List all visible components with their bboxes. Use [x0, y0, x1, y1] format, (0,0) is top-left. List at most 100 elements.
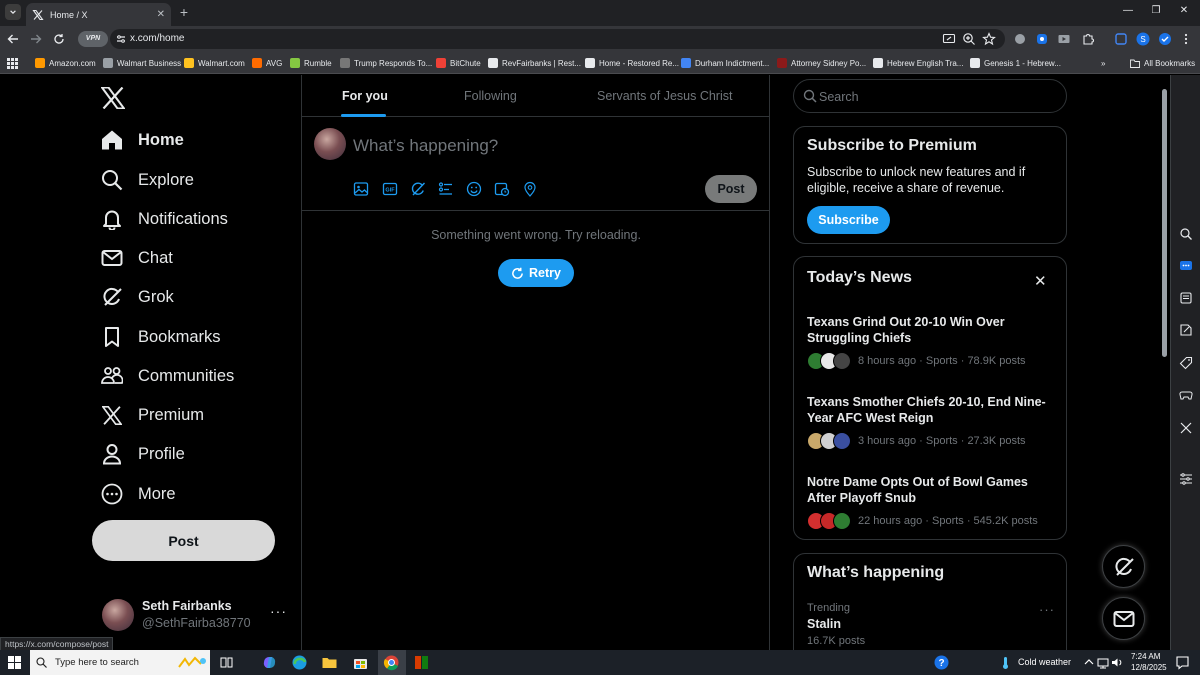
bookmark-item[interactable]: Trump Responds To...: [340, 56, 432, 70]
side-panel-icon[interactable]: [1114, 32, 1128, 46]
bookmark-item[interactable]: Hebrew English Tra...: [873, 56, 963, 70]
bookmark-item[interactable]: BitChute: [436, 56, 481, 70]
clock-date[interactable]: 12/8/2025: [1131, 663, 1167, 672]
tab-search-button[interactable]: [5, 4, 21, 20]
reload-button[interactable]: [51, 31, 67, 47]
composer-input[interactable]: What’s happening?: [353, 136, 498, 156]
bookmark-item[interactable]: Durham Indictment...: [681, 56, 769, 70]
nav-item-profile[interactable]: Profile: [100, 439, 185, 469]
bookmark-item[interactable]: Walmart Business: [103, 56, 181, 70]
news-item[interactable]: Texans Smother Chiefs 20-10, End Nine-Ye…: [807, 394, 1057, 451]
copilot-icon[interactable]: [261, 654, 278, 671]
bookmark-item[interactable]: Rumble: [290, 56, 332, 70]
chevron-up-icon[interactable]: [1083, 654, 1095, 671]
edge-icon[interactable]: [291, 654, 308, 671]
bookmark-star-icon[interactable]: [982, 32, 996, 46]
apps-grid-icon[interactable]: [7, 58, 18, 69]
emoji-icon[interactable]: [466, 181, 482, 197]
taskbar-search-input[interactable]: Type here to search: [30, 650, 210, 675]
nav-item-notifications[interactable]: Notifications: [100, 204, 228, 234]
extension-shield-icon[interactable]: [1013, 32, 1027, 46]
avatar[interactable]: [314, 128, 346, 160]
notifications-center-icon[interactable]: [1174, 654, 1191, 671]
url-text[interactable]: x.com/home: [130, 33, 184, 44]
vpn-badge[interactable]: VPN: [78, 31, 108, 47]
file-explorer-icon[interactable]: [321, 654, 338, 671]
bookmark-item[interactable]: AVG: [252, 56, 282, 70]
tab-following[interactable]: Following: [464, 89, 517, 103]
news-item[interactable]: Notre Dame Opts Out of Bowl Games After …: [807, 474, 1057, 531]
volume-icon[interactable]: [1111, 654, 1123, 671]
nav-item-premium[interactable]: Premium: [100, 400, 204, 430]
nav-item-home[interactable]: Home: [100, 125, 184, 155]
bookmarks-overflow-button[interactable]: »: [1101, 56, 1105, 70]
post-button[interactable]: Post: [92, 520, 275, 561]
task-view-icon[interactable]: [218, 654, 235, 671]
search-input[interactable]: Search: [793, 79, 1067, 113]
account-more-icon[interactable]: ···: [270, 603, 287, 619]
verified-check-icon[interactable]: [1158, 32, 1172, 46]
notes-icon[interactable]: [1179, 323, 1193, 337]
bookmark-item[interactable]: Genesis 1 - Hebrew...: [970, 56, 1061, 70]
subscribe-button[interactable]: Subscribe: [807, 206, 890, 234]
all-bookmarks-button[interactable]: All Bookmarks: [1130, 56, 1195, 70]
bookmark-item[interactable]: Home - Restored Re...: [585, 56, 679, 70]
nav-item-grok[interactable]: Grok: [100, 282, 174, 312]
chrome-icon[interactable]: [383, 654, 400, 671]
windows-start-icon[interactable]: [8, 656, 21, 669]
account-switcher[interactable]: Seth Fairbanks @SethFairba38770 ···: [100, 597, 290, 633]
location-icon[interactable]: [522, 181, 538, 197]
profile-avatar-icon[interactable]: S: [1136, 32, 1150, 46]
clock-time[interactable]: 7:24 AM: [1131, 652, 1160, 661]
cast-icon[interactable]: [942, 32, 956, 46]
browser-tab-active[interactable]: Home / X ✕: [26, 3, 171, 26]
address-bar[interactable]: x.com/home: [110, 29, 1005, 49]
gif-icon[interactable]: GIF: [382, 181, 398, 197]
forward-button[interactable]: [28, 31, 44, 47]
office-app-icon[interactable]: [413, 654, 430, 671]
search-page-icon[interactable]: [1179, 227, 1193, 241]
close-tab-icon[interactable]: ✕: [157, 9, 165, 20]
zoom-icon[interactable]: [962, 32, 976, 46]
x-logo-icon[interactable]: [101, 87, 125, 109]
site-info-icon[interactable]: [116, 34, 126, 44]
nav-item-bookmarks[interactable]: Bookmarks: [100, 322, 221, 352]
extension-blue-icon[interactable]: [1035, 32, 1049, 46]
browser-menu-icon[interactable]: [1179, 32, 1193, 46]
weather-text[interactable]: Cold weather: [1018, 657, 1071, 667]
chat-assistant-icon[interactable]: [1179, 259, 1193, 273]
nav-item-chat[interactable]: Chat: [100, 243, 173, 273]
gamepad-icon[interactable]: [1179, 388, 1193, 402]
grok-fab-button[interactable]: [1102, 545, 1145, 588]
messages-fab-button[interactable]: [1102, 597, 1145, 640]
tab-for-you[interactable]: For you: [342, 89, 388, 103]
customize-sidebar-icon[interactable]: [1179, 472, 1193, 486]
news-item[interactable]: Texans Grind Out 20-10 Win Over Struggli…: [807, 314, 1057, 371]
back-button[interactable]: [5, 31, 21, 47]
close-icon[interactable]: ✕: [1034, 272, 1047, 290]
store-icon[interactable]: [352, 654, 369, 671]
reading-list-icon[interactable]: [1179, 291, 1193, 305]
minimize-window-button[interactable]: —: [1114, 5, 1142, 16]
composer-post-button[interactable]: Post: [705, 175, 757, 203]
page-scrollbar[interactable]: [1160, 75, 1170, 650]
nav-item-communities[interactable]: Communities: [100, 361, 234, 391]
media-icon[interactable]: [353, 181, 369, 197]
tab-servants-of-jesus-christ[interactable]: Servants of Jesus Christ: [597, 89, 732, 103]
new-tab-button[interactable]: +: [176, 4, 192, 20]
restore-window-button[interactable]: ❐: [1142, 5, 1170, 16]
schedule-icon[interactable]: [494, 181, 510, 197]
extension-media-icon[interactable]: [1057, 32, 1071, 46]
bookmark-item[interactable]: RevFairbanks | Rest...: [488, 56, 581, 70]
scrollbar-thumb[interactable]: [1162, 89, 1167, 357]
extensions-puzzle-icon[interactable]: [1081, 32, 1095, 46]
bookmark-item[interactable]: Amazon.com: [35, 56, 96, 70]
weather-icon[interactable]: [997, 654, 1014, 671]
tag-icon[interactable]: [1179, 356, 1193, 370]
retry-button[interactable]: Retry: [498, 259, 574, 287]
poll-icon[interactable]: [438, 181, 454, 197]
close-window-button[interactable]: ✕: [1170, 5, 1198, 16]
network-icon[interactable]: [1097, 654, 1109, 671]
grok-compose-icon[interactable]: [410, 181, 426, 197]
tools-icon[interactable]: [1179, 421, 1193, 435]
